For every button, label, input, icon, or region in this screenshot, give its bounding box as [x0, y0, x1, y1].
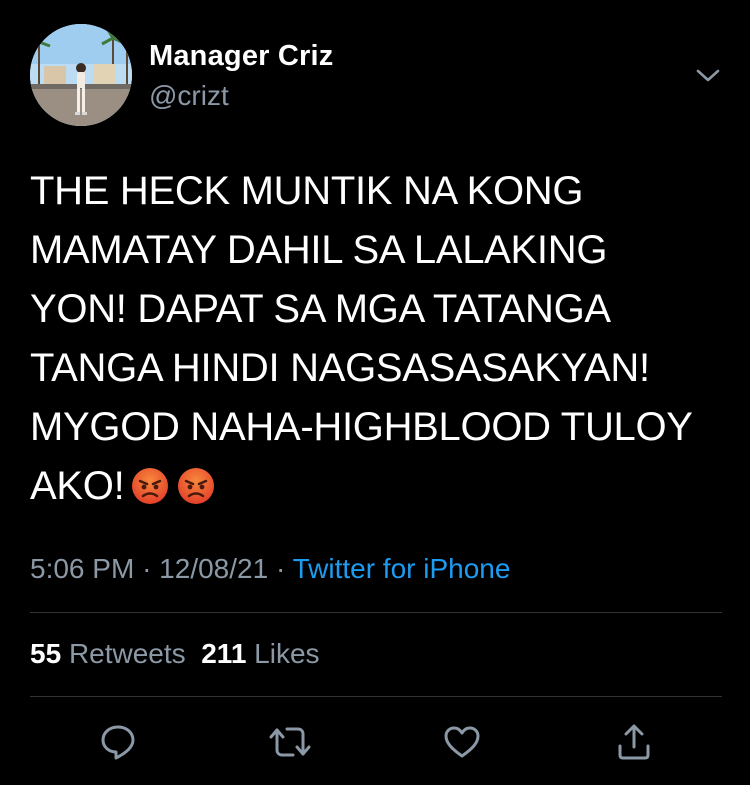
retweets-label: Retweets [68, 638, 186, 669]
chevron-down-icon [696, 69, 720, 82]
reply-button[interactable] [96, 720, 140, 764]
angry-face-emoji-icon [130, 464, 170, 523]
retweets-count: 55 [30, 638, 62, 669]
retweets-stat[interactable]: 55 Retweets [30, 638, 186, 669]
tweet-time[interactable]: 5:06 PM [30, 553, 134, 584]
action-bar [0, 720, 750, 764]
tweet-meta: 5:06 PM · 12/08/21 · Twitter for iPhone [30, 553, 510, 585]
share-icon [618, 724, 650, 760]
avatar-photo [30, 24, 132, 126]
reply-icon [101, 725, 135, 760]
meta-separator: · [275, 553, 286, 584]
tweet-detail: Manager Criz @crizt THE HECK MUNTIK NA K… [0, 0, 750, 785]
tweet-source-link[interactable]: Twitter for iPhone [293, 553, 511, 584]
tweet-text-line: AKO! [30, 464, 125, 508]
tweet-text-last-line: AKO! [30, 457, 730, 523]
retweet-button[interactable] [268, 720, 312, 764]
tweet-text: THE HECK MUNTIK NA KONG MAMATAY DAHIL SA… [30, 162, 730, 523]
display-name[interactable]: Manager Criz [149, 40, 334, 73]
avatar[interactable] [30, 24, 132, 126]
angry-face-emoji-icon [176, 464, 216, 523]
meta-separator: · [142, 553, 152, 584]
tweet-text-line: MYGOD NAHA-HIGHBLOOD TULOY [30, 405, 693, 449]
like-button[interactable] [440, 720, 484, 764]
retweet-icon [269, 727, 311, 757]
likes-stat[interactable]: 211 Likes [201, 638, 319, 669]
more-options-button[interactable] [690, 58, 726, 94]
tweet-stats: 55 Retweets 211 Likes [30, 638, 320, 670]
tweet-text-line: TANGA HINDI NAGSASASAKYAN! [30, 346, 650, 390]
tweet-date[interactable]: 12/08/21 [159, 553, 268, 584]
likes-label: Likes [254, 638, 320, 669]
divider [30, 612, 722, 613]
tweet-text-line: THE HECK MUNTIK NA KONG [30, 169, 584, 213]
user-handle[interactable]: @crizt [149, 80, 229, 112]
divider [30, 696, 722, 697]
tweet-text-line: YON! DAPAT SA MGA TATANGA [30, 287, 611, 331]
like-icon [444, 726, 480, 758]
share-button[interactable] [612, 720, 656, 764]
tweet-text-line: MAMATAY DAHIL SA LALAKING [30, 228, 608, 272]
likes-count: 211 [201, 638, 247, 669]
